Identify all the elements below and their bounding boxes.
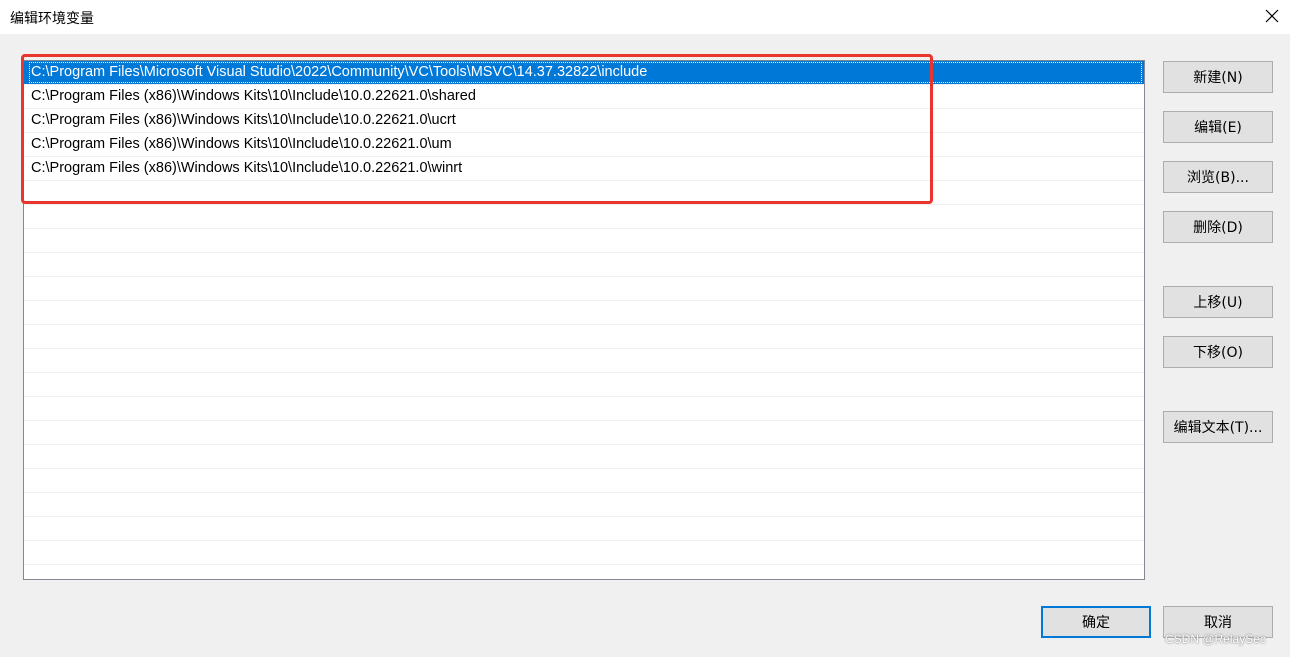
list-item[interactable]: C:\Program Files\Microsoft Visual Studio… [24, 61, 1144, 85]
list-item-label: C:\Program Files (x86)\Windows Kits\10\I… [31, 160, 463, 176]
list-item[interactable]: C:\Program Files (x86)\Windows Kits\10\I… [24, 109, 1144, 133]
close-icon [1265, 9, 1279, 23]
title-bar: 编辑环境变量 [0, 0, 1290, 34]
path-list: C:\Program Files\Microsoft Visual Studio… [24, 61, 1144, 579]
list-item[interactable] [24, 373, 1144, 397]
edit-button[interactable]: 编辑(E) [1163, 111, 1273, 143]
list-item[interactable] [24, 493, 1144, 517]
list-item[interactable] [24, 349, 1144, 373]
list-item-label: C:\Program Files\Microsoft Visual Studio… [31, 64, 648, 80]
edit-text-button[interactable]: 编辑文本(T)... [1163, 411, 1273, 443]
list-item[interactable] [24, 469, 1144, 493]
list-item[interactable] [24, 421, 1144, 445]
list-item[interactable] [24, 253, 1144, 277]
list-item[interactable] [24, 541, 1144, 565]
list-item[interactable] [24, 325, 1144, 349]
list-item[interactable] [24, 205, 1144, 229]
list-item[interactable] [24, 517, 1144, 541]
list-item-label: C:\Program Files (x86)\Windows Kits\10\I… [31, 88, 476, 104]
list-item[interactable] [24, 397, 1144, 421]
browse-button[interactable]: 浏览(B)... [1163, 161, 1273, 193]
list-item-label: C:\Program Files (x86)\Windows Kits\10\I… [31, 136, 452, 152]
watermark: CSDN @RelaySec [1165, 632, 1266, 646]
list-item[interactable] [24, 181, 1144, 205]
list-item[interactable] [24, 301, 1144, 325]
list-item[interactable]: C:\Program Files (x86)\Windows Kits\10\I… [24, 133, 1144, 157]
close-button[interactable] [1254, 0, 1290, 32]
move-down-button[interactable]: 下移(O) [1163, 336, 1273, 368]
new-button[interactable]: 新建(N) [1163, 61, 1273, 93]
path-listbox[interactable]: C:\Program Files\Microsoft Visual Studio… [23, 60, 1145, 580]
list-item[interactable]: C:\Program Files (x86)\Windows Kits\10\I… [24, 85, 1144, 109]
list-item[interactable]: C:\Program Files (x86)\Windows Kits\10\I… [24, 157, 1144, 181]
window-title: 编辑环境变量 [10, 11, 94, 27]
list-item[interactable] [24, 565, 1144, 579]
list-item[interactable] [24, 445, 1144, 469]
list-item-label: C:\Program Files (x86)\Windows Kits\10\I… [31, 112, 456, 128]
delete-button[interactable]: 删除(D) [1163, 211, 1273, 243]
list-item[interactable] [24, 229, 1144, 253]
list-item[interactable] [24, 277, 1144, 301]
ok-button[interactable]: 确定 [1041, 606, 1151, 638]
move-up-button[interactable]: 上移(U) [1163, 286, 1273, 318]
